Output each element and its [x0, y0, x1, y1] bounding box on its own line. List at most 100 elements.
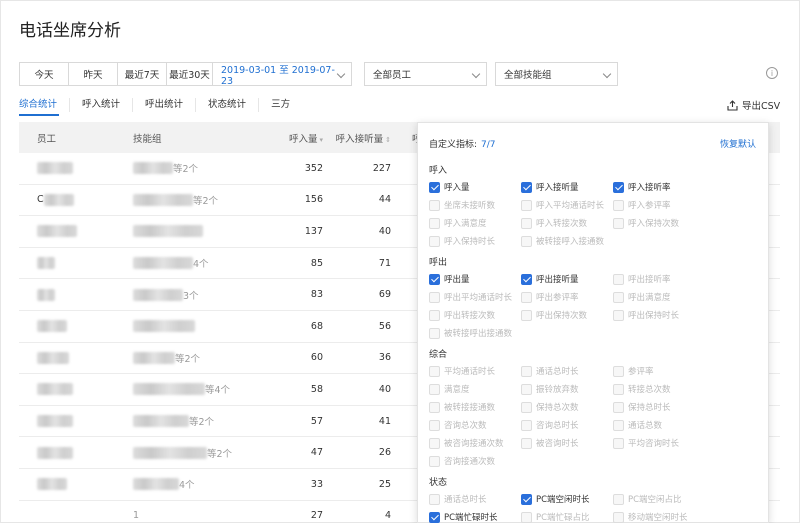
metric-checkbox[interactable]: 参评率: [613, 363, 705, 379]
metric-checkbox[interactable]: 呼出转接次数: [429, 307, 521, 323]
skill-suffix: 等4个: [205, 385, 231, 397]
inbound-cell: 57: [310, 415, 323, 427]
tab-outbound[interactable]: 呼出统计: [132, 98, 195, 112]
metric-checkbox[interactable]: 呼入保持时长: [429, 233, 521, 249]
reset-default-link[interactable]: 恢复默认: [720, 137, 756, 150]
metric-label: 被咨询接通次数: [444, 439, 504, 449]
metric-checkbox[interactable]: 呼入量: [429, 179, 521, 195]
metric-checkbox[interactable]: 通话总时长: [429, 491, 521, 507]
metric-checkbox[interactable]: 被咨询时长: [521, 435, 613, 451]
metric-label: 呼入平均通话时长: [536, 201, 605, 211]
metric-checkbox-grid: 通话总时长 PC端空闲时长 PC端空闲占比 PC端忙碌时长 PC端忙碌占比 移动端空闲时长: [429, 491, 768, 523]
checkbox-icon: [521, 217, 532, 229]
metric-checkbox[interactable]: 呼入平均通话时长: [521, 197, 613, 213]
metric-checkbox[interactable]: 被转接呼入接通数: [521, 233, 613, 249]
redacted-skill: [133, 162, 173, 175]
metric-label: PC端空闲时长: [536, 495, 590, 505]
panel-title: 自定义指标:: [429, 139, 478, 150]
metric-checkbox[interactable]: 呼入保持次数: [613, 215, 705, 231]
checkbox-icon: [521, 419, 532, 431]
metric-checkbox[interactable]: 呼入参评率: [613, 197, 705, 213]
redacted-skill: [133, 288, 183, 301]
metric-checkbox[interactable]: PC端空闲时长: [521, 491, 613, 507]
metric-checkbox[interactable]: 呼入接听量: [521, 179, 613, 195]
tab-three-party[interactable]: 三方: [258, 98, 302, 112]
checkbox-icon: [429, 419, 440, 431]
skill-cell: 等2个: [133, 193, 263, 207]
range-today-button[interactable]: 今天: [19, 62, 69, 86]
tab-overview[interactable]: 综合统计: [19, 98, 69, 112]
metric-checkbox[interactable]: 呼出保持次数: [521, 307, 613, 323]
metric-checkbox[interactable]: 咨询总时长: [521, 417, 613, 433]
metric-checkbox[interactable]: 呼出参评率: [521, 289, 613, 305]
metric-checkbox[interactable]: 呼出量: [429, 271, 521, 287]
metric-checkbox[interactable]: 被咨询接通次数: [429, 435, 521, 451]
metric-checkbox[interactable]: 通话总时长: [521, 363, 613, 379]
redacted-skill: [133, 320, 195, 333]
skill-cell: 1: [133, 510, 263, 521]
skill-suffix: 1: [133, 510, 140, 522]
col-answered[interactable]: 呼入接听量 ⇕: [323, 131, 391, 145]
info-icon[interactable]: i: [766, 67, 778, 79]
metric-checkbox[interactable]: 转接总次数: [613, 381, 705, 397]
metric-checkbox[interactable]: 咨询接通次数: [429, 453, 521, 469]
col-inbound[interactable]: 呼入量 ▾: [263, 131, 323, 145]
metric-checkbox[interactable]: 保持总次数: [521, 399, 613, 415]
tab-inbound[interactable]: 呼入统计: [69, 98, 132, 112]
date-range-picker[interactable]: 2019-03-01 至 2019-07-23: [212, 62, 352, 87]
metric-label: 通话总时长: [536, 367, 579, 377]
metric-checkbox[interactable]: 满意度: [429, 381, 521, 397]
metric-checkbox[interactable]: 呼出平均通话时长: [429, 289, 521, 305]
inbound-cell: 83: [310, 289, 323, 301]
skill-cell: 4个: [133, 477, 263, 491]
employee-select[interactable]: 全部员工: [364, 62, 487, 86]
metric-checkbox[interactable]: PC端空闲占比: [613, 491, 705, 507]
metric-checkbox[interactable]: 呼入接听率: [613, 179, 705, 195]
answered-cell: 4: [384, 510, 391, 522]
metric-checkbox[interactable]: PC端忙碌时长: [429, 509, 521, 523]
metric-label: 通话总时长: [444, 495, 487, 505]
range-7days-button[interactable]: 最近7天: [117, 62, 167, 86]
metric-checkbox[interactable]: 被转接接通数: [429, 399, 521, 415]
metric-checkbox[interactable]: 平均咨询时长: [613, 435, 705, 451]
checkbox-icon: [429, 455, 440, 467]
metric-checkbox[interactable]: 平均通话时长: [429, 363, 521, 379]
redacted-skill: [133, 225, 203, 238]
metric-checkbox[interactable]: 呼出保持时长: [613, 307, 705, 323]
metric-checkbox[interactable]: 呼出接听率: [613, 271, 705, 287]
employee-cell: C: [19, 193, 133, 206]
metric-label: 呼出平均通话时长: [444, 293, 513, 303]
metric-checkbox[interactable]: 振铃放弃数: [521, 381, 613, 397]
metric-checkbox[interactable]: 呼出满意度: [613, 289, 705, 305]
metric-label: 咨询接通次数: [444, 457, 496, 467]
metric-checkbox[interactable]: 移动端空闲时长: [613, 509, 705, 523]
metric-checkbox[interactable]: 被转接呼出接通数: [429, 325, 521, 341]
metric-label: 呼出量: [444, 275, 470, 285]
answered-cell: 227: [372, 162, 391, 174]
active-tab-indicator: [19, 114, 59, 116]
checkbox-icon: [613, 199, 624, 211]
metric-checkbox[interactable]: 咨询总次数: [429, 417, 521, 433]
export-csv-button[interactable]: 导出CSV: [727, 98, 780, 112]
redacted-name: [37, 257, 55, 270]
checkbox-icon: [429, 181, 440, 193]
metric-checkbox[interactable]: 呼入满意度: [429, 215, 521, 231]
metric-checkbox[interactable]: PC端忙碌占比: [521, 509, 613, 523]
metric-checkbox[interactable]: 通话总数: [613, 417, 705, 433]
metric-checkbox[interactable]: 保持总时长: [613, 399, 705, 415]
metric-checkbox[interactable]: 坐席未接听数: [429, 197, 521, 213]
range-yesterday-button[interactable]: 昨天: [68, 62, 118, 86]
checkbox-icon: [429, 401, 440, 413]
range-30days-button[interactable]: 最近30天: [166, 62, 213, 86]
skill-group-select[interactable]: 全部技能组: [495, 62, 618, 86]
checkbox-icon: [521, 199, 532, 211]
metric-checkbox[interactable]: 呼入转接次数: [521, 215, 613, 231]
checkbox-icon: [613, 365, 624, 377]
checkbox-icon: [521, 181, 532, 193]
redacted-name: [37, 288, 55, 301]
metric-checkbox[interactable]: 呼出接听量: [521, 271, 613, 287]
checkbox-icon: [613, 419, 624, 431]
export-label: 导出CSV: [742, 101, 781, 112]
tab-status[interactable]: 状态统计: [195, 98, 258, 112]
metric-label: 呼入参评率: [628, 201, 671, 211]
